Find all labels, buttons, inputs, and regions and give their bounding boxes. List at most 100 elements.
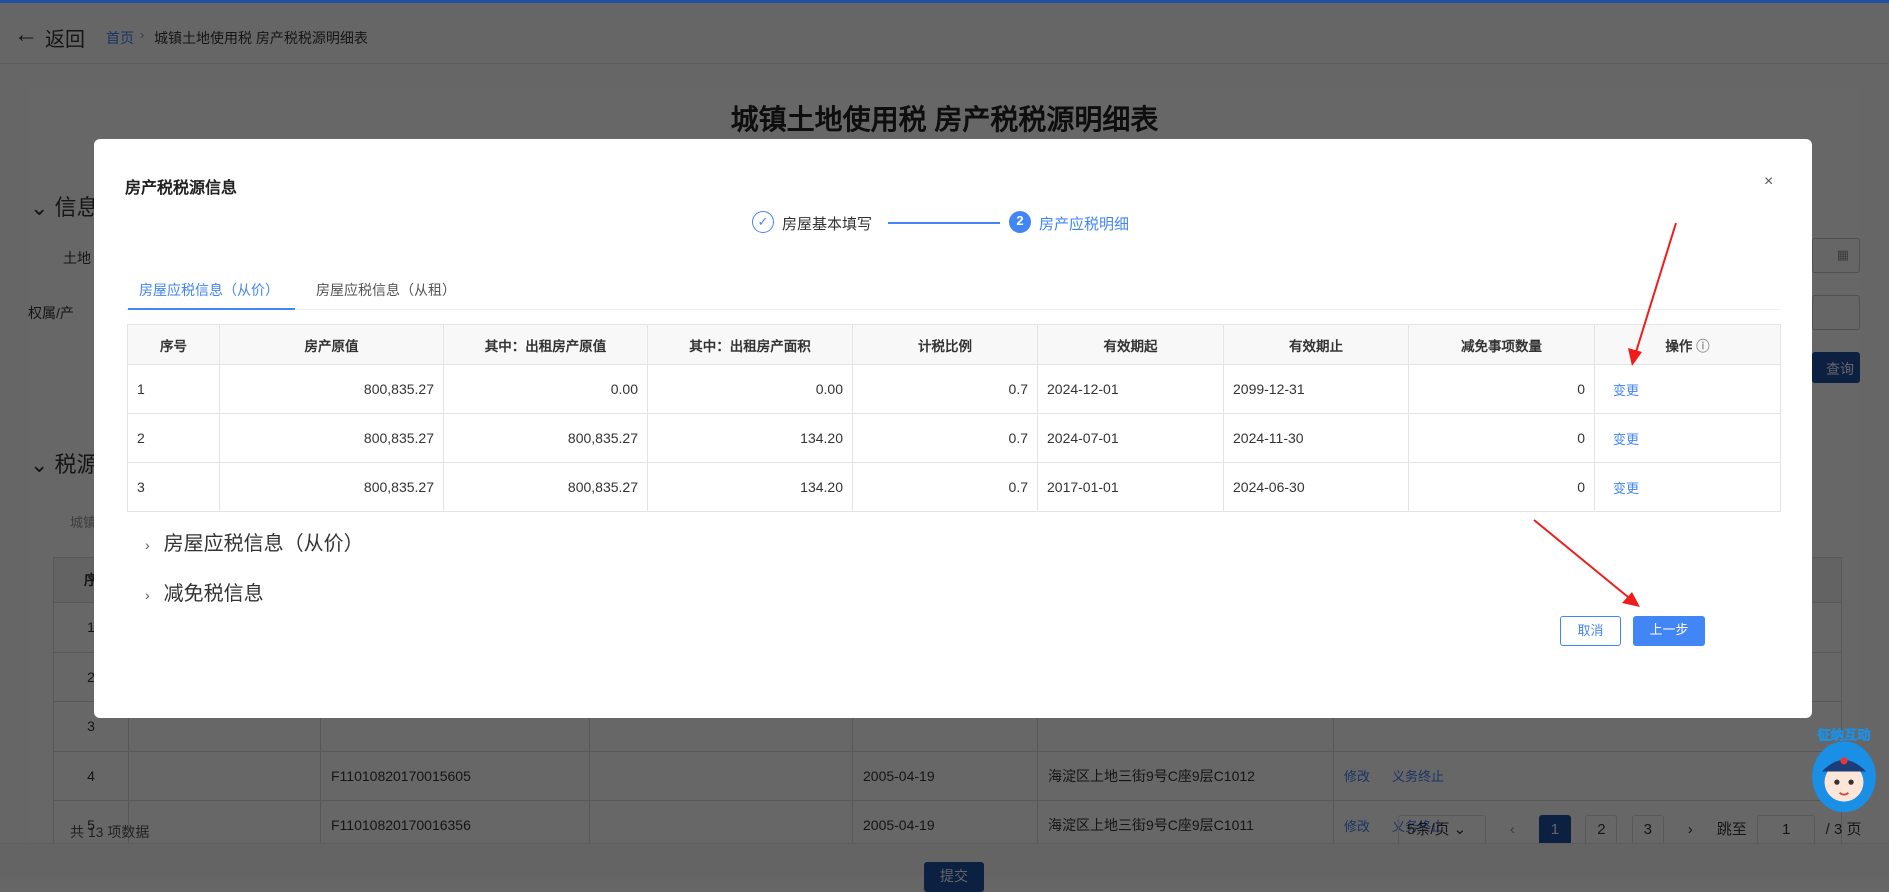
table-cell: 2099-12-31 [1223,364,1409,414]
close-icon[interactable]: × [1764,173,1773,191]
collapse-by-value[interactable]: › 房屋应税信息（从价） [145,527,364,556]
table-cell: F11010820170015605 [320,750,590,801]
table-row: 2 800,835.27 800,835.27 134.20 0.7 2024-07-01… [127,413,1781,463]
table-cell: 2024-12-01 [1037,364,1224,414]
change-link[interactable]: 变更 [1594,413,1781,463]
column-header-label: 其中：出租房产面积 [689,338,811,354]
section-source-label: 税源 [54,452,99,477]
table-cell: 2024-07-01 [1037,413,1224,463]
svg-text:征纳互动: 征纳互动 [1817,727,1870,743]
query-button[interactable]: 查询 [1812,352,1860,383]
next-page-icon[interactable]: › [1678,816,1702,846]
page-1[interactable]: 1 [1538,815,1571,845]
date-input[interactable]: ▦ [1812,238,1860,273]
sub-label: 城镇 [70,515,97,530]
step-2-label[interactable]: 房产应税明细 [1039,213,1129,234]
table-cell: 2017-01-01 [1037,462,1224,512]
owner-label: 权属/产 [28,305,74,321]
submit-button[interactable]: 提交 [924,862,984,892]
back-arrow-icon[interactable]: ← [14,21,38,49]
table-cell: 3 [127,462,220,512]
table-cell: 2024-11-30 [1223,413,1409,463]
section-info-header[interactable]: ⌄ 信息 [30,190,99,222]
page-title: 城镇土地使用税 房产税税源明细表 [730,104,1159,135]
active-tab-indicator [128,308,295,310]
table-cell: 4 [53,750,129,801]
table-cell: 0 [1408,364,1595,414]
table-cell: 0.00 [443,364,648,414]
column-header: 计税比例 [852,324,1038,365]
tab-bar: 房屋应税信息（从价） 房屋应税信息（从租） [125,270,1780,310]
table-cell: 0.00 [647,364,853,414]
back-button[interactable]: 返回 [45,23,85,52]
modal-title: 房产税税源信息 [125,180,238,197]
table-cell: 0.7 [852,364,1038,414]
step-connector [888,222,1000,224]
column-header: 有效期起 [1037,324,1224,365]
column-header: 操作 ⓘ [1594,324,1781,365]
table-cell [128,750,321,801]
jump-input[interactable]: 1 [1757,815,1816,845]
section-source-header[interactable]: ⌄ 税源 [30,447,99,479]
table-cell: 1 [127,364,220,414]
terminate-link[interactable]: 义务终止 [1392,769,1444,784]
column-header-label: 其中：出租房产原值 [484,338,607,354]
column-header: 房产原值 [219,324,444,365]
column-header: 其中：出租房产原值 [443,324,648,365]
breadcrumb-current: 城镇土地使用税 房产税税源明细表 [154,30,368,46]
prev-page-icon[interactable]: ‹ [1500,816,1524,846]
step-2-number: 2 [1009,211,1031,233]
pagination: 5条/页 ⌄ ‹ 1 2 3 › 跳至 1 / 3 页 [1398,815,1889,846]
column-header-label: 操作 [1665,338,1693,354]
mascot-assistant[interactable]: 征纳互动 [1805,722,1883,814]
column-header-label: 有效期止 [1289,338,1343,354]
collapse-relief[interactable]: › 减免税信息 [145,577,264,606]
table-cell: 134.20 [647,413,853,463]
table-cell: 0.7 [852,413,1038,463]
page-size-select[interactable]: 5条/页 ⌄ [1398,815,1486,845]
chevron-right-icon: › [145,587,150,603]
header: ← 返回 首页 › 城镇土地使用税 房产税税源明细表 [0,3,1889,64]
table-cell: 0 [1408,462,1595,512]
column-header: 有效期止 [1223,324,1409,365]
step-done-check-icon: ✓ [752,211,774,233]
step-1-label[interactable]: 房屋基本填写 [782,213,872,234]
stepper: ✓ 房屋基本填写 2 房产应税明细 [94,209,1812,237]
previous-step-button[interactable]: 上一步 [1633,616,1705,646]
table-cell: 800,835.27 [219,413,444,463]
change-link[interactable]: 变更 [1594,462,1781,512]
jump-label: 跳至 [1716,821,1747,838]
breadcrumb-separator-icon: › [140,27,145,42]
tax-source-modal: 房产税税源信息 × ✓ 房屋基本填写 2 房产应税明细 房屋应税信息（从价） 房… [94,139,1812,718]
page-3[interactable]: 3 [1631,815,1664,845]
column-header-label: 房产原值 [304,338,359,354]
edit-link[interactable]: 修改 [1344,819,1370,834]
table-cell: 2024-06-30 [1223,462,1409,512]
breadcrumb-home[interactable]: 首页 [106,28,134,48]
mascot-icon: 征纳互动 [1812,726,1876,813]
cancel-button[interactable]: 取消 [1560,616,1621,646]
section-info-label: 信息 [54,195,99,220]
table-row: 4 F11010820170015605 2005-04-19 海淀区上地三街9号C座… [53,750,1842,801]
tax-detail-table: 序号 房产原值 其中：出租房产原值 其中：出租房产面积 计税比例 有效期起 有效期止 减免事项… [127,324,1781,512]
table-cell: 800,835.27 [443,413,648,463]
text-input[interactable] [1812,295,1860,330]
change-link[interactable]: 变更 [1594,364,1781,414]
info-icon[interactable]: ⓘ [1692,339,1710,354]
tab-by-value[interactable]: 房屋应税信息（从价） [139,280,279,300]
table-cell: 800,835.27 [219,364,444,414]
tab-by-rent[interactable]: 房屋应税信息（从租） [316,280,456,300]
table-cell: 800,835.27 [443,462,648,512]
table-cell: 海淀区上地三街9号C座9层C1012 [1037,750,1334,801]
column-header-label: 减免事项数量 [1461,338,1542,354]
table-row: 3 800,835.27 800,835.27 134.20 0.7 2017-01-01… [127,462,1781,512]
table-cell: 0.7 [852,462,1038,512]
total-pages: / 3 页 [1825,821,1862,838]
column-header: 序号 [127,324,220,365]
table-row: 1 800,835.27 0.00 0.00 0.7 2024-12-01 2099-12-… [127,364,1781,414]
table-cell: 修改 义务终止 [1333,750,1842,801]
land-label: 土地 [63,250,91,266]
edit-link[interactable]: 修改 [1344,769,1370,784]
collapse-relief-label: 减免税信息 [163,583,264,605]
page-2[interactable]: 2 [1585,815,1618,845]
